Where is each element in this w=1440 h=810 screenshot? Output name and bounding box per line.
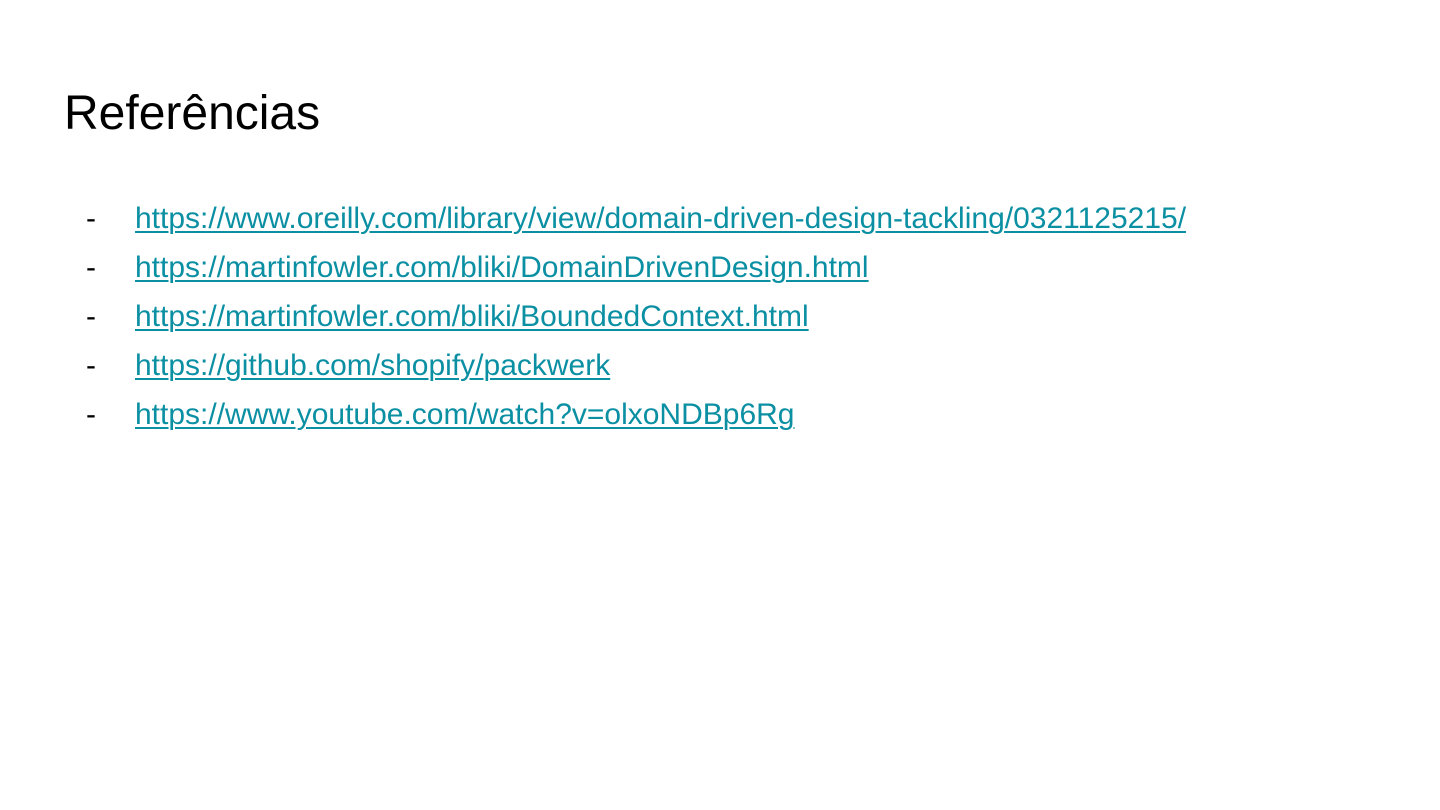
list-bullet: - [86, 202, 96, 235]
reference-item: - https://martinfowler.com/bliki/Bounded… [86, 292, 1386, 341]
list-bullet: - [86, 300, 96, 333]
reference-list: - https://www.oreilly.com/library/view/d… [86, 194, 1386, 439]
reference-link-oreilly[interactable]: https://www.oreilly.com/library/view/dom… [135, 194, 1186, 243]
reference-link-ddd-bliki[interactable]: https://martinfowler.com/bliki/DomainDri… [135, 243, 869, 292]
reference-item: - https://github.com/shopify/packwerk [86, 341, 1386, 390]
reference-link-youtube[interactable]: https://www.youtube.com/watch?v=olxoNDBp… [135, 390, 795, 439]
slide-title: Referências [64, 87, 321, 140]
reference-item: - https://www.youtube.com/watch?v=olxoND… [86, 390, 1386, 439]
reference-item: - https://www.oreilly.com/library/view/d… [86, 194, 1386, 243]
list-bullet: - [86, 349, 96, 382]
list-bullet: - [86, 251, 96, 284]
reference-item: - https://martinfowler.com/bliki/DomainD… [86, 243, 1386, 292]
list-bullet: - [86, 398, 96, 431]
reference-link-bounded-context[interactable]: https://martinfowler.com/bliki/BoundedCo… [135, 292, 809, 341]
slide: Referências - https://www.oreilly.com/li… [0, 0, 1440, 810]
reference-link-packwerk[interactable]: https://github.com/shopify/packwerk [135, 341, 610, 390]
